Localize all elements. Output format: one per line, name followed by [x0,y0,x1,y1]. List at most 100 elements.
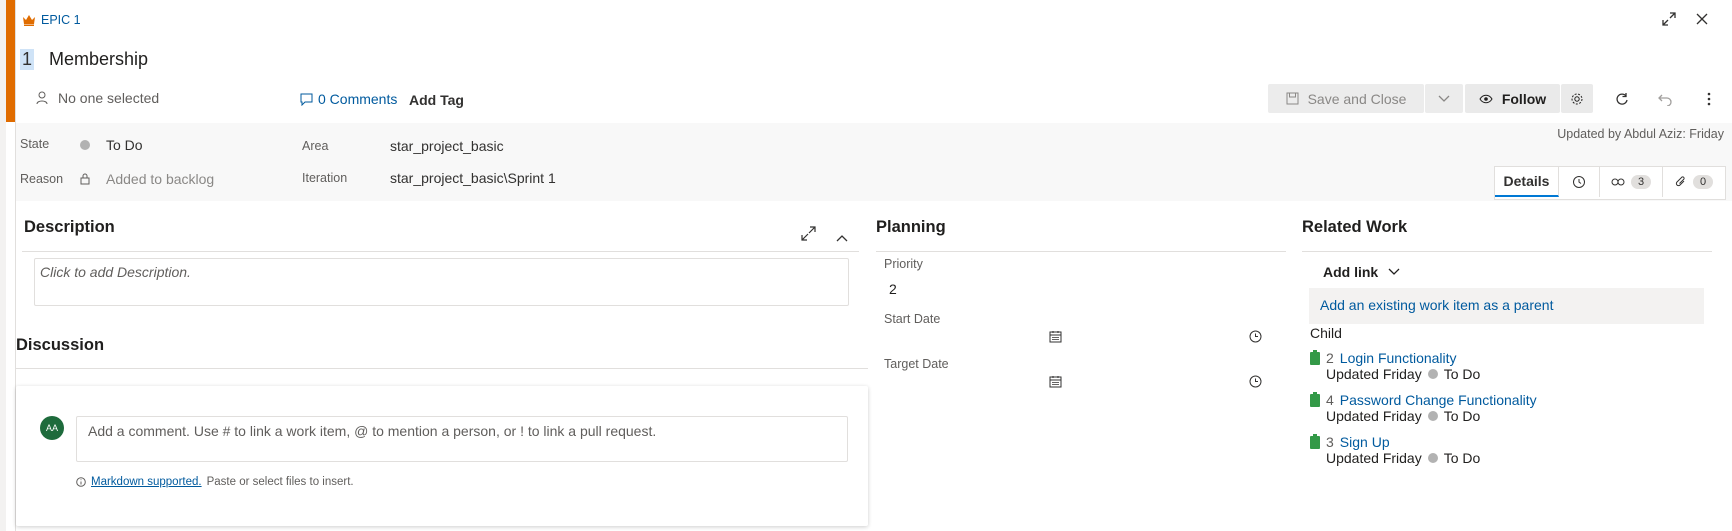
child-updated: Updated Friday [1326,450,1422,466]
save-options-dropdown[interactable] [1425,84,1463,113]
child-state: To Do [1443,408,1481,424]
state-dot-icon [1427,411,1438,421]
state-value: To Do [106,137,143,153]
discussion-divider [16,368,868,369]
calendar-icon[interactable] [1049,330,1062,348]
child-id: 4 [1326,392,1334,408]
tab-details-label: Details [1503,173,1550,189]
child-row: 4 Password Change Functionality [1310,391,1537,408]
related-work-divider [1302,251,1712,252]
related-work-title: Related Work [1302,218,1408,236]
work-item-type-text: EPIC 1 [41,13,81,27]
add-parent-link[interactable]: Add an existing work item as a parent [1320,297,1553,313]
description-divider [22,251,859,252]
clock-icon[interactable] [1249,375,1262,393]
history-icon [1573,176,1585,188]
attachments-count: 0 [1692,175,1714,189]
eye-icon [1479,94,1493,103]
priority-value[interactable]: 2 [889,281,897,297]
add-link-button[interactable]: Add link [1323,264,1400,280]
comments-link[interactable]: 0 Comments [300,91,397,107]
follow-settings-button[interactable] [1561,84,1593,113]
markdown-supported-link[interactable]: Markdown supported. [91,476,202,488]
updated-by-text: Updated by Abdul Aziz: Friday [1557,127,1724,141]
lock-icon [80,173,90,185]
child-meta: Updated Friday To Do [1326,366,1480,382]
more-vertical-icon [1707,92,1711,106]
state-dot-icon [1427,453,1438,463]
child-row: 2 Login Functionality [1310,349,1480,366]
save-and-close-label: Save and Close [1307,90,1407,107]
discussion-title: Discussion [16,336,105,354]
priority-label: Priority [884,257,923,271]
child-state: To Do [1443,366,1481,382]
child-title-link[interactable]: Password Change Functionality [1340,392,1537,408]
comment-placeholder: Add a comment. Use # to link a work item… [88,423,657,439]
child-meta: Updated Friday To Do [1326,450,1480,466]
epic-color-bar [6,0,15,122]
reason-field: Added to backlog [80,171,214,187]
comments-count: 0 Comments [318,91,398,107]
task-icon [1310,349,1320,365]
child-title-link[interactable]: Login Functionality [1340,350,1457,366]
task-icon [1310,433,1320,449]
area-value[interactable]: star_project_basic [390,138,504,154]
fields-area [16,123,1732,201]
state-dot-icon [80,140,90,150]
save-and-close-button[interactable]: Save and Close [1268,84,1424,113]
clock-icon[interactable] [1249,330,1262,348]
undo-button[interactable] [1651,86,1679,112]
comment-icon [300,93,313,106]
work-item-type-label: EPIC 1 [22,13,81,27]
start-date-label: Start Date [884,312,941,326]
assignee-picker[interactable]: No one selected [36,90,159,106]
work-item-title[interactable]: Membership [49,49,148,70]
iteration-value[interactable]: star_project_basic\Sprint 1 [390,170,556,186]
reason-value: Added to backlog [106,171,215,187]
avatar-initials: AA [45,423,58,433]
work-item-tabs: Details 3 0 [1494,166,1726,200]
chevron-down-icon [1438,95,1450,102]
tab-attachments[interactable]: 0 [1663,167,1725,197]
gear-icon [1571,93,1583,104]
chevron-down-icon [1388,268,1400,275]
links-count: 3 [1630,175,1652,189]
tab-links[interactable]: 3 [1600,167,1663,197]
info-icon [76,477,86,487]
undo-icon [1657,94,1672,106]
state-field[interactable]: To Do [80,137,143,153]
close-icon[interactable] [1694,11,1710,32]
child-updated: Updated Friday [1326,366,1422,382]
tab-history[interactable] [1559,167,1600,197]
child-id: 3 [1326,434,1334,450]
tab-details[interactable]: Details [1495,167,1559,197]
expand-icon[interactable] [801,226,816,246]
more-actions-button[interactable] [1695,86,1723,112]
refresh-icon [1615,92,1628,105]
refresh-button[interactable] [1607,86,1635,112]
target-date-label: Target Date [884,357,949,371]
iteration-label: Iteration [302,171,348,185]
planning-title: Planning [876,218,946,236]
child-state: To Do [1443,450,1481,466]
follow-button[interactable]: Follow [1465,84,1560,113]
calendar-icon[interactable] [1049,375,1062,393]
markdown-hint-text: Paste or select files to insert. [206,476,354,488]
maximize-icon[interactable] [1661,11,1677,32]
save-icon [1286,92,1299,105]
work-item-id: 1 [20,49,35,70]
collapse-icon[interactable] [836,229,848,247]
add-tag-button[interactable]: Add Tag [409,92,464,108]
avatar: AA [40,416,64,440]
child-group-header: Child [1310,325,1342,341]
start-date-field[interactable] [884,326,1274,348]
target-date-field[interactable] [884,371,1274,393]
crown-icon [23,15,35,26]
description-placeholder: Click to add Description. [40,264,191,280]
child-title-link[interactable]: Sign Up [1340,434,1390,450]
description-title: Description [24,218,115,236]
state-dot-icon [1427,369,1438,379]
child-updated: Updated Friday [1326,408,1422,424]
child-id: 2 [1326,350,1334,366]
reason-label: Reason [20,172,64,186]
